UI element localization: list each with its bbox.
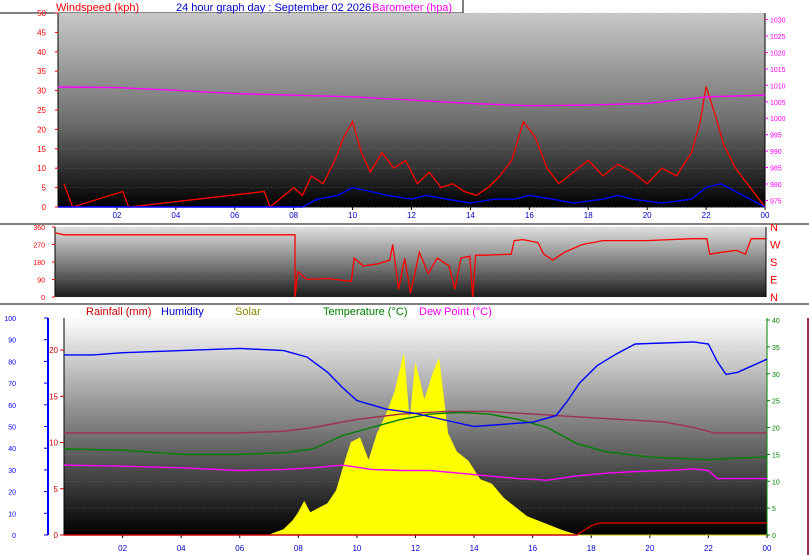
top-x-tick-label: 14 [466,211,475,220]
barometer-tick-label: 1015 [770,67,786,74]
humidity-tick-label: 30 [8,468,16,475]
direction-compass-label: E [770,275,777,287]
top-x-tick-label: 12 [407,211,416,220]
graph-title: 24 hour graph day : September 02 2026 [176,2,371,14]
windspeed-tick-label: 35 [37,67,46,76]
direction-compass-label: W [770,240,781,252]
humidity-tick-label: 0 [12,533,16,540]
bottom-x-tick-label: 16 [528,544,537,553]
direction-degree-tick-label: 0 [41,295,45,302]
top-x-tick-label: 16 [525,211,534,220]
bottom-x-tick-label: 08 [294,544,303,553]
barometer-axis-label: Barometer (hpa) [372,2,452,14]
windspeed-tick-label: 5 [42,184,47,193]
barometer-tick-label: 1010 [770,83,786,90]
bottom-x-tick-label: 10 [352,544,361,553]
top-x-tick-label: 04 [171,211,180,220]
windspeed-tick-label: 0 [42,203,47,212]
windspeed-tick-label: 50 [37,9,46,18]
top-x-tick-label: 08 [289,211,298,220]
direction-degree-tick-label: 360 [33,225,45,232]
windspeed-tick-label: 45 [37,28,46,37]
legend-dew-point: Dew Point (°C) [419,306,492,318]
top-x-tick-label: 10 [348,211,357,220]
windspeed-tick-label: 40 [37,48,46,57]
humidity-tick-label: 20 [8,490,16,497]
legend-humidity: Humidity [161,306,204,318]
bottom-x-tick-label: 22 [704,544,713,553]
temperature-tick-label: 10 [772,479,780,486]
top-x-tick-label: 18 [584,211,593,220]
rainfall-tick-label: 0 [54,531,59,540]
humidity-tick-label: 90 [8,338,16,345]
direction-plot-area [55,227,766,297]
barometer-tick-label: 1020 [770,50,786,57]
bottom-x-tick-label: 14 [470,544,479,553]
top-x-tick-label: 22 [702,211,711,220]
legend-rainfall: Rainfall (mm) [86,306,151,318]
humidity-tick-label: 60 [8,403,16,410]
temperature-tick-label: 5 [772,506,776,513]
bottom-x-tick-label: 04 [177,544,186,553]
temperature-tick-label: 20 [772,426,780,433]
humidity-tick-label: 10 [8,511,16,518]
direction-degree-tick-label: 90 [37,278,45,285]
humidity-tick-label: 100 [4,316,16,323]
windspeed-tick-label: 30 [37,87,46,96]
barometer-tick-label: 1030 [770,18,786,25]
legend-temperature: Temperature (°C) [323,306,407,318]
temperature-tick-label: 40 [772,318,780,325]
barometer-tick-label: 1000 [770,116,786,123]
direction-degree-tick-label: 270 [33,243,45,250]
direction-compass-label: S [770,257,777,269]
barometer-tick-label: 995 [770,133,782,140]
barometer-tick-label: 1025 [770,34,786,41]
top-x-tick-label: 20 [643,211,652,220]
temperature-tick-label: 30 [772,372,780,379]
bottom-x-tick-label: 12 [411,544,420,553]
bottom-x-tick-label: 06 [235,544,244,553]
windspeed-tick-label: 15 [37,145,46,154]
windspeed-tick-label: 20 [37,125,46,134]
rainfall-tick-label: 20 [49,346,58,355]
humidity-tick-label: 50 [8,425,16,432]
direction-compass-label: N [770,222,778,234]
top-x-tick-label: 06 [230,211,239,220]
windspeed-axis-label: Windspeed (kph) [56,2,139,14]
barometer-tick-label: 1005 [770,100,786,107]
top-x-tick-label: 02 [112,211,121,220]
humidity-tick-label: 80 [8,359,16,366]
bottom-x-tick-label: 00 [763,544,772,553]
bottom-x-tick-label: 02 [118,544,127,553]
windspeed-tick-label: 10 [37,164,46,173]
top-x-tick-label: 00 [761,211,770,220]
direction-degree-tick-label: 180 [33,260,45,267]
rainfall-tick-label: 5 [54,485,59,494]
bottom-x-tick-label: 20 [645,544,654,553]
windspeed-tick-label: 25 [37,106,46,115]
barometer-tick-label: 980 [770,182,782,189]
weather-graph: 05101520253035404550 9759809859909951000… [0,0,809,555]
temperature-tick-label: 25 [772,399,780,406]
barometer-tick-label: 975 [770,198,782,205]
rainfall-tick-label: 10 [49,439,58,448]
temperature-tick-label: 15 [772,452,780,459]
direction-compass-label: N [770,292,778,304]
bottom-x-tick-label: 18 [587,544,596,553]
rainfall-tick-label: 15 [49,392,58,401]
humidity-tick-label: 70 [8,381,16,388]
temperature-tick-label: 35 [772,345,780,352]
legend-solar: Solar [235,306,261,318]
temperature-tick-label: 0 [772,533,776,540]
humidity-tick-label: 40 [8,446,16,453]
barometer-tick-label: 985 [770,166,782,173]
barometer-tick-label: 990 [770,149,782,156]
